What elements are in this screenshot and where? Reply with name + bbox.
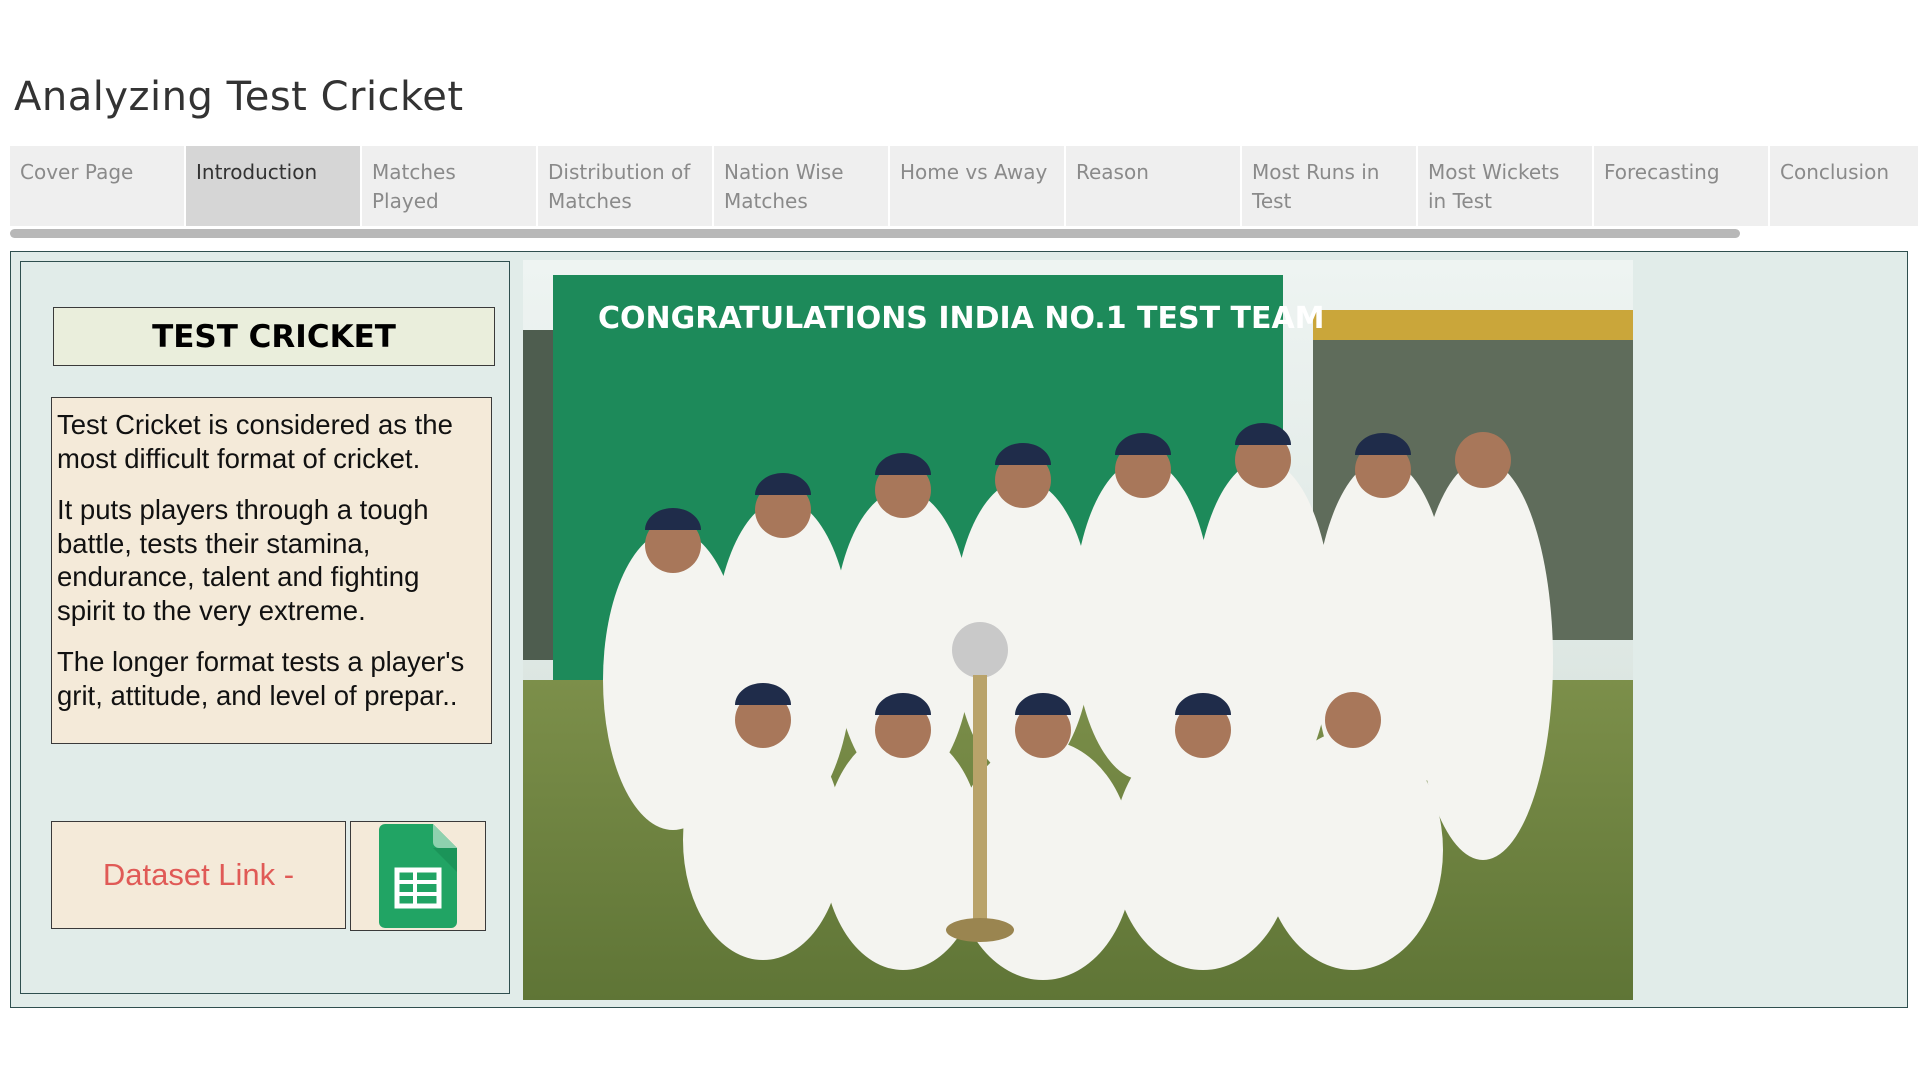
tab-most-runs-in-test[interactable]: Most Runs in Test [1242, 146, 1416, 226]
tab-reason[interactable]: Reason [1066, 146, 1240, 226]
tab-most-wickets-in-test[interactable]: Most Wickets in Test [1418, 146, 1592, 226]
intro-heading: TEST CRICKET [53, 307, 495, 366]
tabs-scrollbar[interactable] [10, 229, 1740, 238]
intro-paragraph: It puts players through a tough battle, … [57, 494, 429, 626]
tab-cover-page[interactable]: Cover Page [10, 146, 184, 226]
dataset-link-label: Dataset Link - [102, 857, 295, 892]
dataset-link-button[interactable]: Dataset Link - [51, 821, 346, 929]
intro-text-box: Test Cricket is considered as the most d… [51, 397, 492, 744]
google-sheets-icon [379, 824, 457, 928]
tab-matches-played[interactable]: Matches Played [362, 146, 536, 226]
tab-distribution-of-matches[interactable]: Distribution of Matches [538, 146, 712, 226]
page-title: Analyzing Test Cricket [14, 74, 464, 120]
tab-conclusion[interactable]: Conclusion [1770, 146, 1918, 226]
dataset-link-sheets-button[interactable] [350, 821, 486, 931]
tab-nation-wise-matches[interactable]: Nation Wise Matches [714, 146, 888, 226]
banner-text: CONGRATULATIONS INDIA NO.1 TEST TEAM [598, 301, 1325, 336]
team-photo: CONGRATULATIONS INDIA NO.1 TEST TEAM [523, 260, 1633, 1000]
tab-home-vs-away[interactable]: Home vs Away [890, 146, 1064, 226]
story-tab-bar: Cover Page Introduction Matches Played D… [10, 146, 1918, 226]
tab-introduction[interactable]: Introduction [186, 146, 360, 226]
intro-paragraph: Test Cricket is considered as the most d… [57, 409, 453, 474]
tab-forecasting[interactable]: Forecasting [1594, 146, 1768, 226]
intro-paragraph: The longer format tests a player's grit,… [57, 646, 465, 711]
